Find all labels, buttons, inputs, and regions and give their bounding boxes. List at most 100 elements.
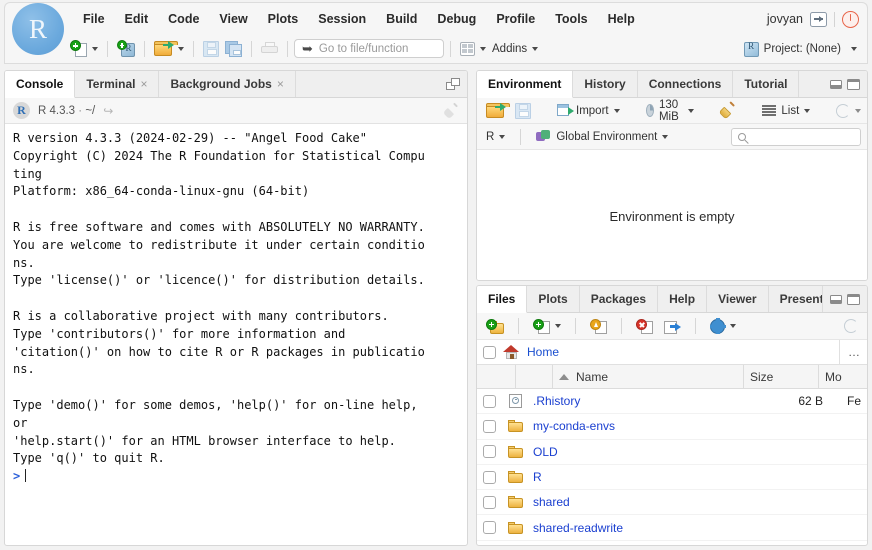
table-row[interactable]: OLD: [477, 440, 867, 465]
maximize-icon[interactable]: [847, 293, 860, 305]
row-checkbox[interactable]: [483, 445, 496, 459]
history-file-icon: [508, 394, 522, 409]
row-checkbox[interactable]: [483, 495, 496, 509]
new-project-button[interactable]: [114, 38, 138, 59]
menu-build[interactable]: Build: [376, 9, 427, 29]
console-panel-controls: [439, 71, 467, 97]
sign-out-icon[interactable]: [810, 11, 827, 27]
refresh-environment-button[interactable]: [833, 102, 864, 120]
column-header-size[interactable]: Size: [744, 365, 819, 388]
load-workspace-button[interactable]: [483, 101, 510, 120]
more-actions-button[interactable]: [707, 317, 739, 336]
menu-edit[interactable]: Edit: [115, 9, 159, 29]
tab-console[interactable]: Console: [5, 71, 76, 98]
import-dataset-button[interactable]: Import: [554, 102, 623, 119]
open-file-button[interactable]: [151, 39, 187, 58]
chevron-down-icon[interactable]: [851, 47, 857, 51]
go-to-file-function-input[interactable]: ➥ Go to file/function: [294, 39, 444, 58]
save-button[interactable]: [200, 39, 222, 59]
upload-button[interactable]: [587, 317, 610, 336]
row-checkbox[interactable]: [483, 521, 496, 535]
tab-viewer[interactable]: Viewer: [707, 286, 769, 312]
minimize-icon[interactable]: [830, 79, 842, 89]
print-button[interactable]: [258, 40, 281, 58]
close-icon[interactable]: ×: [277, 77, 284, 91]
workbench-panes-button[interactable]: [457, 40, 489, 58]
row-name[interactable]: shared: [527, 495, 769, 509]
rename-button[interactable]: [661, 317, 684, 336]
menu-plots[interactable]: Plots: [258, 9, 309, 29]
new-folder-button[interactable]: [483, 317, 507, 336]
menu-tools[interactable]: Tools: [545, 9, 597, 29]
save-all-button[interactable]: [222, 39, 245, 59]
table-row[interactable]: R: [477, 465, 867, 491]
row-name[interactable]: R: [527, 470, 769, 484]
menu-file[interactable]: File: [73, 9, 115, 29]
row-checkbox[interactable]: [483, 419, 496, 433]
breadcrumb-home-link[interactable]: Home: [527, 345, 559, 359]
vertical-splitter[interactable]: [469, 70, 475, 546]
rstudio-logo: R: [12, 3, 64, 55]
working-directory-label[interactable]: ~/: [85, 105, 95, 117]
row-name[interactable]: my-conda-envs: [527, 419, 769, 433]
tab-packages[interactable]: Packages: [580, 286, 659, 312]
menu-code[interactable]: Code: [158, 9, 209, 29]
open-working-directory-icon[interactable]: ↪: [103, 104, 113, 118]
tab-terminal-label: Terminal: [86, 77, 136, 91]
table-row[interactable]: shared-readwrite: [477, 515, 867, 541]
new-blank-file-button[interactable]: [530, 317, 564, 336]
tab-history[interactable]: History: [573, 71, 638, 97]
delete-button[interactable]: [633, 317, 656, 336]
maximize-icon[interactable]: [847, 78, 860, 90]
tab-presentation[interactable]: Presenta: [769, 286, 823, 312]
language-selector[interactable]: R: [483, 129, 508, 145]
environment-search-input[interactable]: [731, 127, 861, 146]
menu-session[interactable]: Session: [308, 9, 376, 29]
select-all-checkbox[interactable]: [483, 345, 496, 359]
save-workspace-button[interactable]: [512, 101, 534, 121]
tab-background-jobs[interactable]: Background Jobs ×: [159, 71, 296, 97]
new-file-button[interactable]: [67, 38, 101, 59]
power-icon[interactable]: [842, 10, 859, 28]
view-mode-button[interactable]: List: [759, 103, 813, 119]
save-icon: [203, 40, 219, 57]
refresh-files-button[interactable]: [841, 317, 861, 335]
menu-profile[interactable]: Profile: [486, 9, 545, 29]
row-name[interactable]: shared-readwrite: [527, 521, 769, 535]
memory-usage-button[interactable]: 130 MiB: [643, 97, 698, 125]
minimize-icon[interactable]: [830, 294, 842, 304]
tab-tutorial[interactable]: Tutorial: [733, 71, 800, 97]
row-checkbox[interactable]: [483, 394, 496, 408]
menu-view[interactable]: View: [209, 9, 257, 29]
row-checkbox[interactable]: [483, 470, 496, 484]
clear-console-icon[interactable]: [442, 102, 459, 119]
project-label[interactable]: Project: (None): [764, 43, 841, 55]
menu-help[interactable]: Help: [598, 9, 645, 29]
tab-terminal[interactable]: Terminal ×: [75, 71, 160, 97]
row-icon-cell: [503, 471, 527, 484]
menu-debug[interactable]: Debug: [427, 9, 486, 29]
table-row[interactable]: .Rhistory 62 B Fe: [477, 389, 867, 415]
console-output[interactable]: R version 4.3.3 (2024-02-29) -- "Angel F…: [5, 124, 467, 545]
environment-toolbar: Import 130 MiB List: [477, 98, 867, 124]
column-header-modified[interactable]: Mo: [819, 365, 867, 388]
tab-connections[interactable]: Connections: [638, 71, 734, 97]
clear-workspace-button[interactable]: [717, 101, 739, 120]
table-row[interactable]: shared: [477, 490, 867, 516]
chevron-down-icon: [499, 134, 506, 139]
row-name[interactable]: OLD: [527, 445, 769, 459]
tab-environment[interactable]: Environment: [477, 71, 574, 98]
tab-files[interactable]: Files: [477, 286, 528, 313]
environment-scope-selector[interactable]: Global Environment: [533, 128, 671, 146]
row-checkbox-cell: [477, 445, 503, 459]
addins-button[interactable]: Addins: [489, 41, 541, 57]
go-to-file-placeholder: Go to file/function: [318, 42, 409, 55]
column-header-name[interactable]: Name: [553, 365, 744, 388]
table-row[interactable]: my-conda-envs: [477, 414, 867, 440]
tab-help[interactable]: Help: [658, 286, 708, 312]
close-icon[interactable]: ×: [140, 77, 147, 91]
maximize-panes-icon[interactable]: [446, 78, 460, 90]
row-name[interactable]: .Rhistory: [527, 394, 769, 408]
breadcrumb-more-button[interactable]: …: [839, 340, 861, 364]
tab-plots[interactable]: Plots: [527, 286, 580, 312]
